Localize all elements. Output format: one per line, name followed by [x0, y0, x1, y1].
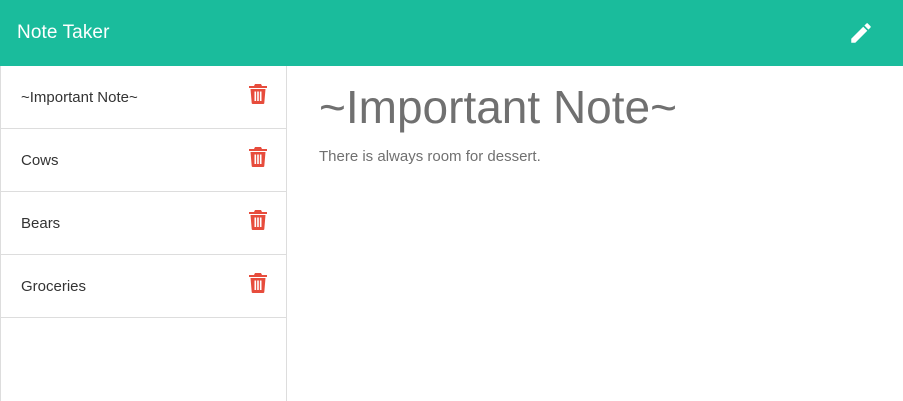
list-item[interactable]: Bears: [1, 192, 286, 255]
app-title[interactable]: Note Taker: [17, 22, 110, 44]
note-text-field[interactable]: There is always room for dessert.: [319, 148, 871, 166]
list-item[interactable]: Cows: [1, 129, 286, 192]
list-item[interactable]: Groceries: [1, 255, 286, 318]
navbar: Note Taker: [0, 0, 903, 66]
note-list-title: Bears: [21, 214, 61, 232]
note-title-field[interactable]: ~Important Note~: [319, 82, 871, 132]
trash-icon[interactable]: [248, 272, 268, 294]
note-list-title: Groceries: [21, 277, 87, 295]
note-list: ~Important Note~ Cows Bears Groceries: [1, 66, 286, 318]
sidebar: ~Important Note~ Cows Bears Groceries: [0, 66, 287, 401]
trash-icon[interactable]: [248, 209, 268, 231]
trash-icon[interactable]: [248, 83, 268, 105]
list-item[interactable]: ~Important Note~: [1, 66, 286, 129]
pencil-icon[interactable]: [847, 19, 875, 47]
trash-icon[interactable]: [248, 146, 268, 168]
note-list-title: ~Important Note~: [21, 88, 138, 106]
note-editor: ~Important Note~ There is always room fo…: [287, 66, 903, 401]
note-list-title: Cows: [21, 151, 59, 169]
